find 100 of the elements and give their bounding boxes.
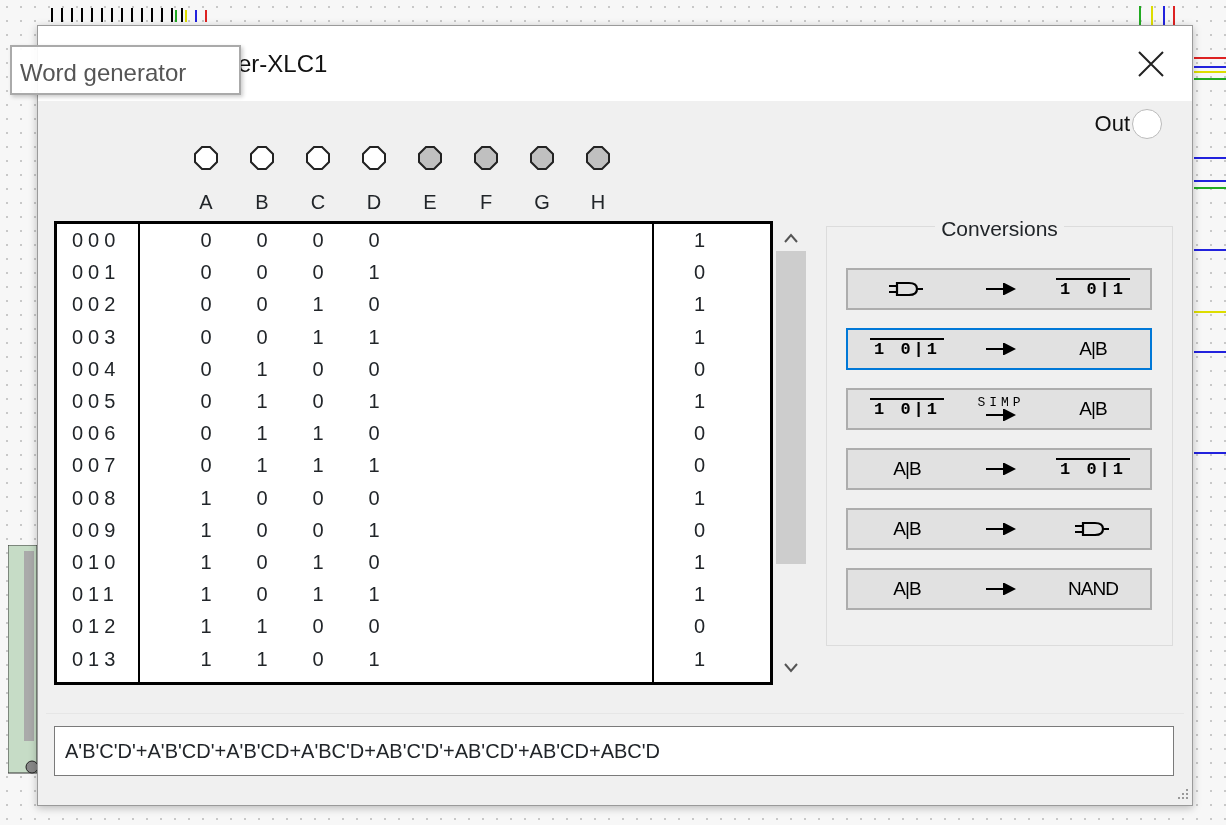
table-cell: 1 <box>200 583 212 606</box>
arrow-icon <box>986 343 1016 355</box>
close-icon[interactable] <box>1138 50 1164 77</box>
table-cell: 0 <box>200 325 212 348</box>
table-cell: 0 <box>312 647 324 670</box>
table-cell: 0 <box>312 518 324 541</box>
table-cell: 0 <box>312 229 324 252</box>
table-cell: 0 <box>256 261 268 284</box>
row-number: 000 <box>71 228 121 254</box>
output-cell-text: 0 <box>694 260 706 286</box>
table-cell: 0 <box>200 422 212 445</box>
output-cell-text: 0 <box>694 356 706 382</box>
conversion-button[interactable]: 1 0|1 <box>846 268 1152 310</box>
table-cell: 0 <box>256 550 268 573</box>
table-cell: 1 <box>200 486 212 509</box>
scroll-down-icon[interactable] <box>784 663 798 673</box>
table-cell: 0 <box>368 486 380 509</box>
conversion-button[interactable]: 1 0|1 A|B <box>846 328 1152 370</box>
output-cell-text: 1 <box>694 389 706 415</box>
output-cell-text: 1 <box>694 485 706 511</box>
table-cell: 1 <box>312 422 324 445</box>
conversion-button[interactable]: A|B 1 0|1 <box>846 448 1152 490</box>
table-cell: 1 <box>256 647 268 670</box>
table-cell: 1 <box>256 615 268 638</box>
table-cell: 1 <box>368 325 380 348</box>
table-cell: 1 <box>312 325 324 348</box>
scroll-thumb[interactable] <box>776 251 806 564</box>
arrow-icon <box>986 523 1016 535</box>
table-cell: 1 <box>200 550 212 573</box>
input-label: F <box>479 191 493 213</box>
input-led[interactable] <box>362 146 386 170</box>
row-number: 007 <box>71 453 121 479</box>
output-cell-text: 1 <box>694 292 706 318</box>
table-cell: 0 <box>312 486 324 509</box>
conversion-button[interactable]: 1 0|1 SIMP A|B <box>846 388 1152 430</box>
table-cell: 1 <box>368 518 380 541</box>
table-cell: 0 <box>200 261 212 284</box>
input-label: H <box>590 191 606 213</box>
row-number: 006 <box>71 421 121 447</box>
table-cell: 0 <box>368 615 380 638</box>
table-cell: 0 <box>256 583 268 606</box>
table-cell: 0 <box>312 390 324 413</box>
input-led[interactable] <box>418 146 442 170</box>
table-cell: 0 <box>200 357 212 380</box>
gate-icon <box>889 280 925 298</box>
input-label: E <box>423 191 437 213</box>
conversion-button[interactable]: A|B NAND <box>846 568 1152 610</box>
conversion-button[interactable]: A|B <box>846 508 1152 550</box>
input-label: C <box>310 191 326 213</box>
output-led <box>1132 108 1162 139</box>
table-cell: 0 <box>256 486 268 509</box>
table-cell: 1 <box>256 422 268 445</box>
input-led[interactable] <box>250 146 274 170</box>
arrow-icon <box>986 463 1016 475</box>
tooltip: Word generator <box>10 45 241 95</box>
table-cell: 0 <box>368 422 380 445</box>
table-cell: 1 <box>368 647 380 670</box>
table-cell: 0 <box>312 615 324 638</box>
input-led[interactable] <box>474 146 498 170</box>
input-led[interactable] <box>194 146 218 170</box>
input-label: A <box>199 191 213 213</box>
table-cell: 1 <box>200 615 212 638</box>
table-cell: 1 <box>368 454 380 477</box>
table-cell: 0 <box>200 390 212 413</box>
table-cell: 1 <box>256 454 268 477</box>
table-cell: 1 <box>368 390 380 413</box>
output-cell-text: 0 <box>694 421 706 447</box>
table-cell: 1 <box>256 390 268 413</box>
table-cell: 1 <box>368 583 380 606</box>
row-number: 005 <box>71 389 121 415</box>
arrow-icon <box>986 409 1016 421</box>
input-label: B <box>255 191 269 213</box>
table-cell: 1 <box>312 293 324 316</box>
table-cell: 0 <box>200 229 212 252</box>
input-label: G <box>534 191 550 213</box>
table-cell: 1 <box>312 454 324 477</box>
out-label: Out <box>1094 110 1130 138</box>
table-cell: 0 <box>256 325 268 348</box>
table-cell: 0 <box>368 357 380 380</box>
table-cell: 0 <box>368 293 380 316</box>
arrow-icon <box>986 283 1016 295</box>
input-led[interactable] <box>530 146 554 170</box>
input-led[interactable] <box>306 146 330 170</box>
row-number: 013 <box>71 646 121 672</box>
table-cell: 0 <box>312 357 324 380</box>
table-cell: 0 <box>200 454 212 477</box>
gate-icon <box>1075 520 1111 538</box>
arrow-icon <box>986 583 1016 595</box>
expression-field[interactable]: A'B'C'D'+A'B'CD'+A'B'CD+A'BC'D+AB'C'D'+AB'CD'+AB'CD+ABC'D <box>54 726 1174 776</box>
table-cell: 0 <box>368 550 380 573</box>
table-cell: 1 <box>368 261 380 284</box>
output-cell-text: 0 <box>694 517 706 543</box>
input-led[interactable] <box>586 146 610 170</box>
table-cell: 1 <box>200 647 212 670</box>
scroll-up-icon[interactable] <box>784 233 798 243</box>
table-cell: 0 <box>256 518 268 541</box>
input-label: D <box>366 191 382 213</box>
resize-grip-icon[interactable] <box>1175 788 1189 802</box>
output-cell-text: 1 <box>694 228 706 254</box>
table-cell: 0 <box>368 229 380 252</box>
